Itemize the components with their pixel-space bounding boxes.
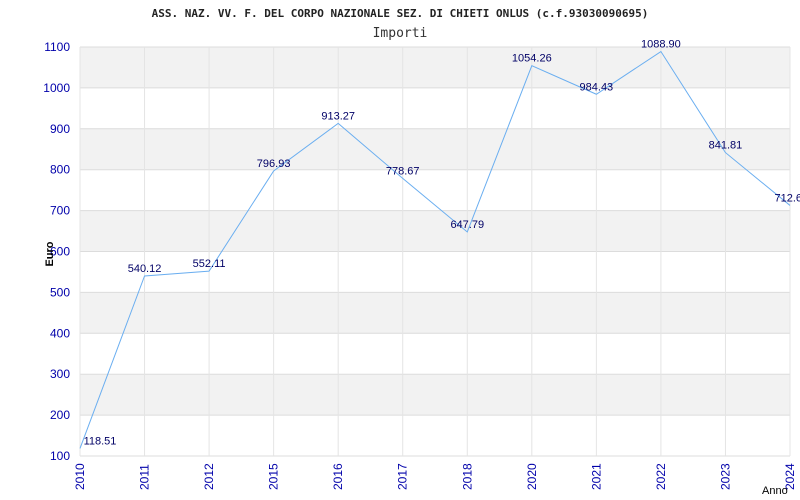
data-label: 712.6 bbox=[774, 192, 800, 204]
y-tick-label: 200 bbox=[50, 408, 70, 422]
data-label: 647.79 bbox=[450, 219, 484, 231]
x-axis-label: Anno bbox=[762, 485, 788, 497]
y-axis-label: Euro bbox=[44, 241, 56, 266]
x-tick-label: 2021 bbox=[589, 463, 603, 490]
y-tick-label: 300 bbox=[50, 367, 70, 381]
data-label: 1054.26 bbox=[512, 53, 552, 65]
grid-band bbox=[80, 210, 790, 252]
x-tick-label: 2016 bbox=[331, 463, 345, 490]
data-label: 552.11 bbox=[193, 258, 226, 270]
y-tick-label: 800 bbox=[50, 163, 70, 177]
x-tick-label: 2018 bbox=[460, 463, 474, 490]
data-label: 540.12 bbox=[128, 263, 162, 275]
y-tick-label: 900 bbox=[50, 122, 70, 136]
x-tick-label: 2012 bbox=[202, 463, 216, 490]
y-tick-label: 100 bbox=[50, 449, 70, 463]
y-tick-label: 500 bbox=[50, 285, 70, 299]
x-tick-label: 2010 bbox=[73, 463, 87, 490]
data-label: 1088.90 bbox=[641, 39, 681, 51]
x-tick-label: 2020 bbox=[525, 463, 539, 490]
grid-band bbox=[80, 87, 790, 129]
y-tick-label: 1100 bbox=[44, 40, 70, 54]
grid-band bbox=[80, 47, 790, 88]
grid-band bbox=[80, 128, 790, 170]
x-tick-label: 2022 bbox=[654, 463, 668, 490]
grid-band bbox=[80, 415, 790, 456]
grid-band bbox=[80, 374, 790, 416]
grid-band bbox=[80, 251, 790, 293]
x-tick-label: 2015 bbox=[267, 463, 281, 490]
data-label: 841.81 bbox=[709, 140, 743, 152]
chart: ASS. NAZ. VV. F. DEL CORPO NAZIONALE SEZ… bbox=[43, 7, 800, 497]
x-axis-ticks: 2010 2011 2012 2015 2016 2017 2018 2020 2021 2022… bbox=[73, 463, 797, 490]
chart-title: ASS. NAZ. VV. F. DEL CORPO NAZIONALE SEZ… bbox=[152, 7, 649, 20]
grid-band bbox=[80, 333, 790, 375]
data-label: 913.27 bbox=[321, 110, 355, 122]
chart-subtitle: Importi bbox=[373, 26, 428, 41]
grid-band bbox=[80, 292, 790, 334]
data-label: 984.43 bbox=[580, 81, 614, 93]
x-tick-label: 2017 bbox=[396, 463, 410, 490]
grid-bands bbox=[79, 46, 791, 457]
x-tick-label: 2023 bbox=[718, 463, 732, 490]
data-label: 796.93 bbox=[257, 158, 291, 170]
x-tick-label: 2011 bbox=[138, 464, 152, 490]
data-label: 118.51 bbox=[84, 435, 117, 447]
y-tick-label: 400 bbox=[50, 326, 70, 340]
y-tick-label: 700 bbox=[50, 204, 70, 218]
grid-band bbox=[80, 169, 790, 211]
data-label: 778.67 bbox=[386, 165, 420, 177]
y-tick-label: 1000 bbox=[43, 81, 70, 95]
